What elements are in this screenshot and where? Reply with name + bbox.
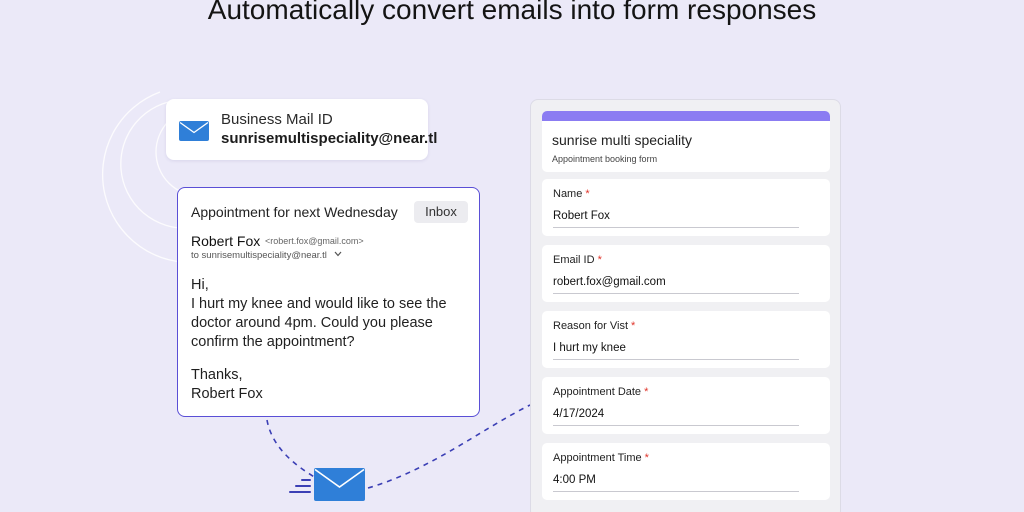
appointment-form: sunrise multi speciality Appointment boo…	[530, 99, 841, 512]
form-subtitle: Appointment booking form	[552, 154, 658, 164]
input-underline	[553, 491, 799, 492]
flow-path-right	[367, 404, 531, 489]
field-label: Reason for Vist *	[553, 320, 636, 332]
input-underline	[553, 425, 799, 426]
email-message-card[interactable]: Appointment for next Wednesday Inbox Rob…	[177, 187, 480, 417]
email-body-line: Hi,	[191, 277, 209, 293]
form-title: sunrise multi speciality	[552, 132, 693, 148]
business-mail-id-card: Business Mail ID sunrisemultispeciality@…	[166, 99, 437, 160]
email-input[interactable]: robert.fox@gmail.com	[553, 276, 666, 288]
date-input[interactable]: 4/17/2024	[553, 408, 604, 420]
field-label: Name *	[553, 188, 590, 200]
email-signoff: Thanks, Robert Fox	[191, 366, 263, 404]
field-email-id: Email ID * robert.fox@gmail.com	[542, 245, 830, 302]
input-underline	[553, 359, 799, 360]
field-appointment-date: Appointment Date * 4/17/2024	[542, 377, 830, 434]
field-name: Name * Robert Fox	[542, 179, 830, 236]
required-marker: *	[585, 188, 590, 200]
chevron-down-icon[interactable]	[334, 249, 342, 259]
page-headline: Automatically convert emails into form r…	[207, 0, 817, 25]
input-underline	[553, 227, 799, 228]
required-marker: *	[631, 320, 636, 332]
signoff-line: Robert Fox	[191, 386, 263, 402]
mail-id-label: Business Mail ID	[221, 111, 333, 128]
name-input[interactable]: Robert Fox	[553, 210, 610, 222]
flying-envelope-icon	[288, 466, 368, 507]
signoff-line: Thanks,	[191, 367, 243, 383]
envelope-icon	[179, 121, 209, 146]
reason-input[interactable]: I hurt my knee	[553, 342, 626, 354]
required-marker: *	[644, 386, 649, 398]
recipient-line: to sunrisemultispeciality@near.tl	[191, 250, 327, 261]
sender-name: Robert Fox	[191, 233, 261, 249]
signal-waves-decoration	[101, 91, 531, 489]
form-header: sunrise multi speciality Appointment boo…	[542, 111, 830, 172]
required-marker: *	[644, 452, 649, 464]
email-subject: Appointment for next Wednesday	[191, 204, 398, 220]
email-body: Hi, I hurt my knee and would like to see…	[191, 276, 476, 352]
field-label: Appointment Date *	[553, 386, 649, 398]
field-reason: Reason for Vist * I hurt my knee	[542, 311, 830, 368]
field-appointment-time: Appointment Time * 4:00 PM	[542, 443, 830, 500]
required-marker: *	[597, 254, 602, 266]
input-underline	[553, 293, 799, 294]
form-accent-bar	[542, 111, 830, 121]
time-input[interactable]: 4:00 PM	[553, 474, 596, 486]
email-body-line: doctor around 4pm. Could you please	[191, 315, 433, 331]
sender-address: <robert.fox@gmail.com>	[265, 236, 364, 246]
inbox-badge[interactable]: Inbox	[414, 201, 468, 223]
email-body-line: confirm the appointment?	[191, 334, 355, 350]
email-body-line: I hurt my knee and would like to see the	[191, 296, 447, 312]
field-label: Email ID *	[553, 254, 602, 266]
field-label: Appointment Time *	[553, 452, 649, 464]
mail-id-address: sunrisemultispeciality@near.tl	[221, 130, 438, 147]
